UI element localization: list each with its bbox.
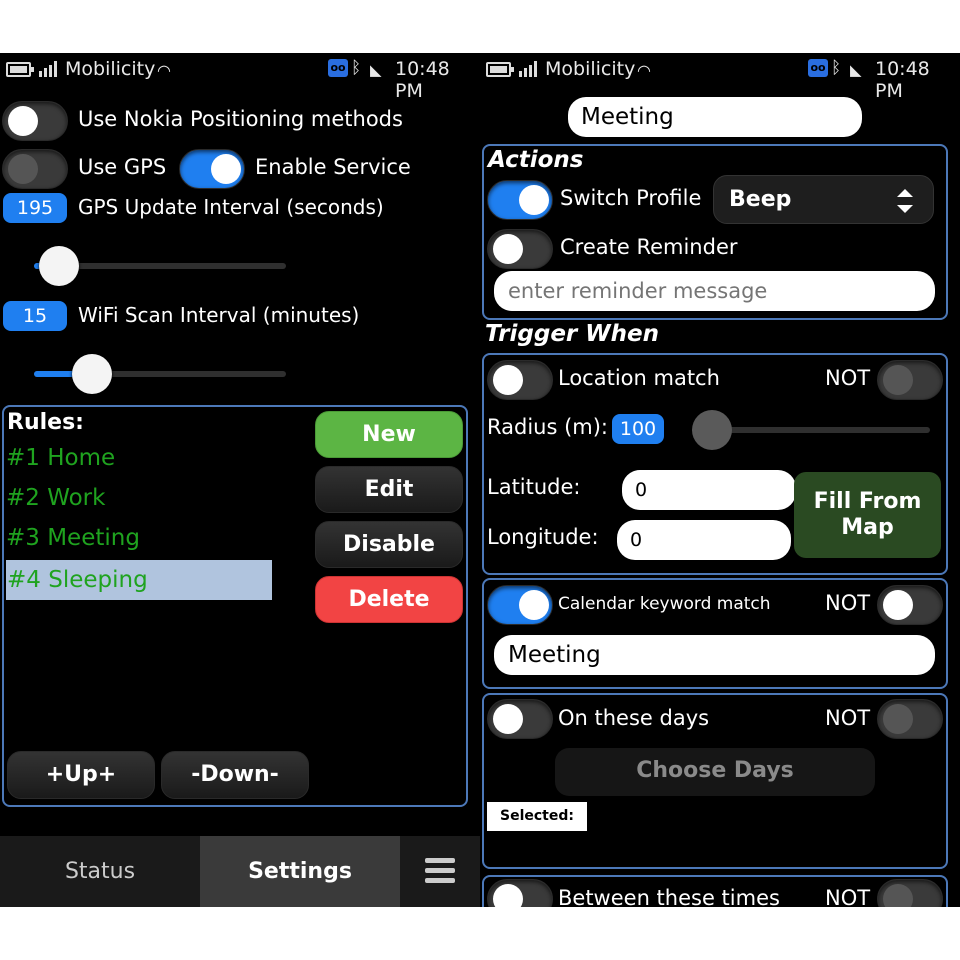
tab-status[interactable]: Status [0,836,200,907]
rules-header: Rules: [7,410,84,435]
calendar-not-toggle[interactable] [877,585,943,625]
create-reminder-label: Create Reminder [560,235,738,259]
days-toggle[interactable] [487,699,553,739]
times-toggle[interactable] [487,879,553,907]
selected-days-label: Selected: [487,802,587,831]
edit-rule-button[interactable]: Edit [315,466,463,513]
status-bar: Mobilicity ◠ oo ᛒ ◣ 10:48 PM [480,53,960,102]
create-reminder-toggle[interactable] [487,229,553,269]
battery-icon [6,62,34,77]
flag-icon: ◣ [370,61,382,79]
battery-icon [486,62,514,77]
signal-icon [39,61,59,77]
enable-service-toggle[interactable] [179,149,245,189]
clock: 10:48 PM [395,58,450,102]
latitude-label: Latitude: [487,475,581,499]
signal-icon [519,61,539,77]
rule-name-field[interactable]: Meeting [568,97,862,137]
times-label: Between these times [558,886,780,907]
switch-profile-label: Switch Profile [560,186,702,210]
radius-slider-handle[interactable] [692,410,732,450]
rule-item-work[interactable]: #2 Work [6,485,105,511]
select-arrows-icon [897,189,913,213]
rule-item-sleeping[interactable]: #4 Sleeping [6,560,272,600]
new-rule-button[interactable]: New [315,411,463,458]
location-not-toggle[interactable] [877,360,943,400]
latitude-field[interactable]: 0 [622,470,796,510]
move-down-button[interactable]: -Down- [161,751,309,799]
profile-select-value: Beep [729,187,792,212]
profile-select[interactable]: Beep [713,175,934,224]
actions-header: Actions [488,147,584,173]
tab-settings[interactable]: Settings [200,836,400,907]
days-label: On these days [558,706,710,730]
menu-icon[interactable] [425,858,455,884]
calendar-not-label: NOT [825,591,871,615]
rule-item-home[interactable]: #1 Home [6,445,115,471]
flag-icon: ◣ [850,61,862,79]
location-match-toggle[interactable] [487,360,553,400]
radius-value[interactable]: 100 [612,414,664,444]
bluetooth-icon: ᛒ [351,58,362,78]
times-not-label: NOT [825,886,871,907]
wifi-icon: ◠ [157,61,171,80]
rule-editor-screen: Mobilicity ◠ oo ᛒ ◣ 10:48 PM Meeting Act… [480,53,960,907]
location-not-label: NOT [825,366,871,390]
location-match-label: Location match [558,366,720,390]
radius-label: Radius (m): [487,415,609,439]
times-not-toggle[interactable] [877,879,943,907]
reminder-message-input[interactable] [494,271,935,311]
wifi-slider-handle[interactable] [71,354,112,394]
delete-rule-button[interactable]: Delete [315,576,463,623]
use-gps-label: Use GPS [78,155,167,179]
rule-item-meeting[interactable]: #3 Meeting [6,525,140,551]
longitude-field[interactable]: 0 [617,520,791,560]
use-gps-toggle[interactable] [2,149,68,189]
carrier-name: Mobilicity [65,58,156,80]
fill-from-map-button[interactable]: Fill From Map [794,472,941,558]
bluetooth-icon: ᛒ [831,58,842,78]
move-up-button[interactable]: +Up+ [7,751,155,799]
gps-interval-value[interactable]: 195 [3,193,67,223]
nokia-positioning-toggle[interactable] [2,101,68,141]
longitude-label: Longitude: [487,525,599,549]
days-not-label: NOT [825,706,871,730]
voicemail-icon: oo [328,59,348,77]
tab-bar: Status Settings [0,836,480,907]
enable-service-label: Enable Service [255,155,411,179]
clock: 10:48 PM [875,58,930,102]
switch-profile-toggle[interactable] [487,180,553,220]
nokia-positioning-label: Use Nokia Positioning methods [78,107,403,131]
settings-screen: Mobilicity ◠ oo ᛒ ◣ 10:48 PM Use Nokia P… [0,53,480,907]
gps-slider-handle[interactable] [39,246,80,286]
gps-interval-label: GPS Update Interval (seconds) [78,195,384,219]
carrier-name: Mobilicity [545,58,636,80]
wifi-interval-label: WiFi Scan Interval (minutes) [78,303,360,327]
calendar-keyword-field[interactable]: Meeting [494,635,935,675]
choose-days-button[interactable]: Choose Days [555,748,875,796]
disable-rule-button[interactable]: Disable [315,521,463,568]
voicemail-icon: oo [808,59,828,77]
calendar-match-toggle[interactable] [487,585,553,625]
days-not-toggle[interactable] [877,699,943,739]
trigger-header: Trigger When [485,321,659,347]
wifi-icon: ◠ [637,61,651,80]
fill-from-map-label: Fill From Map [813,489,922,540]
status-bar: Mobilicity ◠ oo ᛒ ◣ 10:48 PM [0,53,480,102]
wifi-interval-value[interactable]: 15 [3,301,67,331]
calendar-match-label: Calendar keyword match [558,594,771,614]
